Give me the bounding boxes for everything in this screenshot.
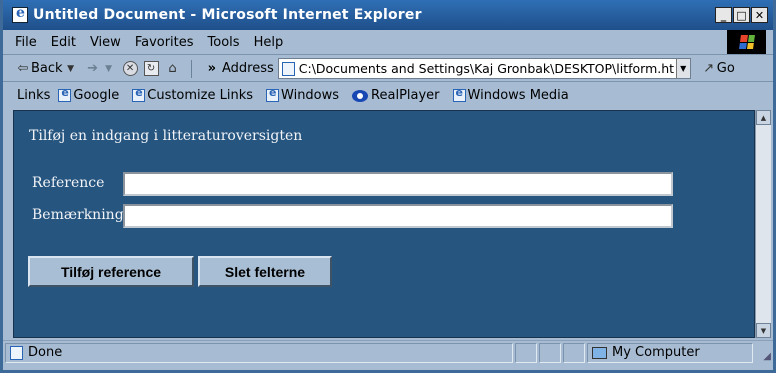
ie-link-icon bbox=[452, 86, 466, 102]
link-label: Google bbox=[73, 88, 120, 103]
refresh-button[interactable]: ↻ bbox=[143, 61, 159, 76]
scroll-down-icon[interactable]: ▼ bbox=[756, 323, 771, 338]
link-customize-links[interactable]: Customize Links bbox=[132, 86, 254, 103]
stop-icon: ✕ bbox=[122, 61, 138, 76]
remark-input[interactable] bbox=[123, 204, 673, 228]
clear-fields-button[interactable]: Slet felterne bbox=[198, 256, 332, 287]
address-input[interactable]: C:\Documents and Settings\Kaj Gronbak\DE… bbox=[277, 58, 691, 79]
menu-favorites[interactable]: Favorites bbox=[135, 35, 194, 50]
page-icon bbox=[281, 61, 295, 76]
add-reference-button[interactable]: Tilføj reference bbox=[28, 256, 194, 287]
ie-link-icon bbox=[132, 86, 146, 102]
toolbar-separator bbox=[190, 59, 192, 78]
maximize-button[interactable]: □ bbox=[733, 7, 750, 23]
address-value: C:\Documents and Settings\Kaj Gronbak\DE… bbox=[298, 61, 675, 76]
status-bar: Done My Computer ◢ bbox=[3, 340, 773, 364]
ie-icon bbox=[12, 5, 28, 23]
window-controls: _ □ ✕ bbox=[715, 7, 768, 23]
menu-bar: File Edit View Favorites Tools Help bbox=[3, 30, 773, 55]
link-label: RealPlayer bbox=[371, 88, 440, 103]
links-bar: Links Google Customize Links Windows Rea… bbox=[3, 83, 773, 108]
link-label: Windows Media bbox=[467, 88, 569, 103]
back-label: Back bbox=[31, 61, 63, 76]
scroll-up-icon[interactable]: ▲ bbox=[756, 110, 771, 125]
menu-tools[interactable]: Tools bbox=[208, 35, 240, 50]
status-zone: My Computer bbox=[612, 345, 700, 360]
forward-dropdown-icon[interactable]: ▼ bbox=[101, 64, 117, 74]
resize-grip-icon[interactable]: ◢ bbox=[763, 351, 771, 362]
page-content: Tilføj en indgang i litteraturoversigten… bbox=[13, 110, 755, 338]
browser-window: Untitled Document - Microsoft Internet E… bbox=[0, 0, 776, 373]
status-text-cell: Done bbox=[5, 342, 513, 363]
status-cell-blank bbox=[539, 342, 561, 363]
window-title: Untitled Document - Microsoft Internet E… bbox=[33, 7, 422, 23]
remark-label: Bemærkning bbox=[32, 207, 124, 223]
status-zone-cell: My Computer bbox=[587, 342, 753, 363]
status-cell-blank bbox=[515, 342, 537, 363]
close-button[interactable]: ✕ bbox=[751, 7, 768, 23]
back-button[interactable]: ⇦ Back ▼ bbox=[15, 61, 79, 76]
vertical-scrollbar[interactable]: ▲ ▼ bbox=[755, 110, 771, 338]
link-windows[interactable]: Windows bbox=[266, 86, 340, 103]
realplayer-icon bbox=[352, 89, 369, 102]
forward-button[interactable]: ➔ ▼ bbox=[85, 61, 117, 76]
reference-label: Reference bbox=[32, 175, 105, 191]
link-realplayer[interactable]: RealPlayer bbox=[352, 88, 440, 103]
home-button[interactable]: ⌂ bbox=[165, 61, 181, 76]
home-icon: ⌂ bbox=[168, 61, 177, 76]
minimize-button[interactable]: _ bbox=[715, 7, 732, 23]
page-icon bbox=[10, 345, 23, 360]
link-label: Windows bbox=[281, 88, 340, 103]
windows-logo-icon bbox=[727, 30, 766, 54]
menu-file[interactable]: File bbox=[15, 35, 37, 50]
standard-toolbar: ⇦ Back ▼ ➔ ▼ ✕ ↻ ⌂ » Address C:\Document… bbox=[3, 56, 773, 82]
back-arrow-icon: ⇦ bbox=[17, 61, 29, 76]
title-bar[interactable]: Untitled Document - Microsoft Internet E… bbox=[3, 0, 773, 30]
menu-edit[interactable]: Edit bbox=[51, 35, 76, 50]
go-button[interactable]: ↗ Go bbox=[701, 61, 735, 76]
link-windows-media[interactable]: Windows Media bbox=[452, 86, 569, 103]
menu-help[interactable]: Help bbox=[254, 35, 284, 50]
menu-view[interactable]: View bbox=[90, 35, 121, 50]
go-label: Go bbox=[716, 61, 735, 76]
back-dropdown-icon[interactable]: ▼ bbox=[63, 64, 79, 74]
link-google[interactable]: Google bbox=[58, 86, 120, 103]
status-cell-blank bbox=[563, 342, 585, 363]
toolbar-chevron[interactable]: » bbox=[208, 61, 216, 76]
refresh-icon: ↻ bbox=[143, 61, 159, 76]
forward-arrow-icon: ➔ bbox=[87, 61, 99, 76]
ie-link-icon bbox=[266, 86, 280, 102]
ie-link-icon bbox=[58, 86, 72, 102]
status-text: Done bbox=[28, 345, 63, 360]
my-computer-icon bbox=[592, 346, 607, 359]
stop-button[interactable]: ✕ bbox=[122, 61, 138, 76]
reference-input[interactable] bbox=[123, 172, 673, 196]
address-label: Address bbox=[221, 61, 274, 76]
address-dropdown-icon[interactable]: ▼ bbox=[675, 59, 690, 78]
link-label: Customize Links bbox=[147, 88, 254, 103]
go-arrow-icon: ↗ bbox=[703, 61, 715, 76]
links-label: Links bbox=[17, 88, 51, 103]
page-heading: Tilføj en indgang i litteraturoversigten bbox=[29, 128, 303, 144]
